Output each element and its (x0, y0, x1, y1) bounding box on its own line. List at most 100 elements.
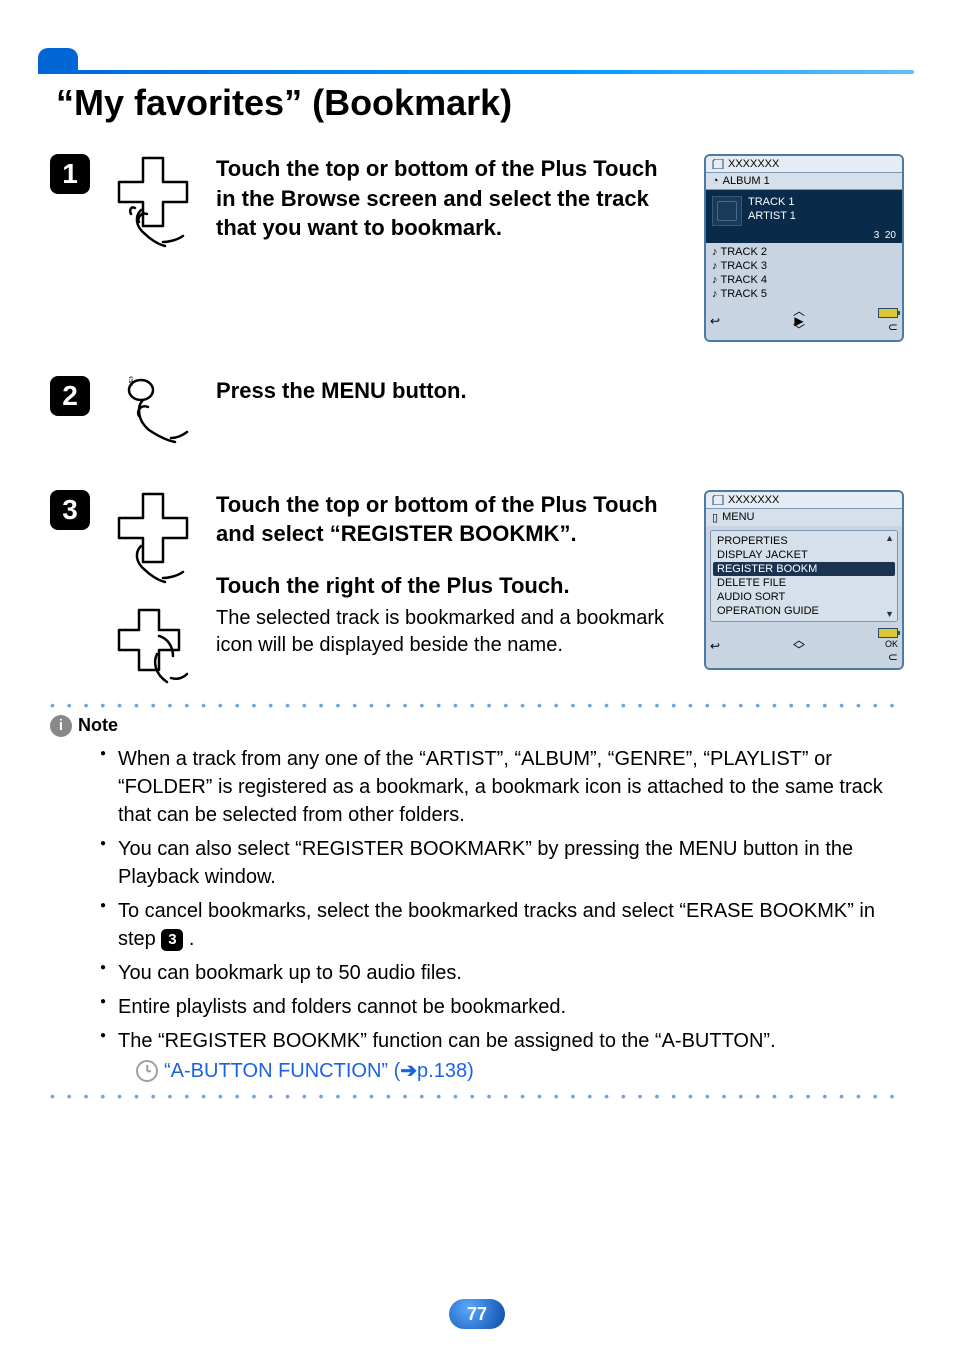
nav-pad-icon: ︿ ﹀ (793, 636, 805, 655)
device-titlebar: XXXXXXX (706, 492, 902, 509)
step-2-headline: Press the MENU button. (216, 376, 676, 406)
note-block: • • • • • • • • • • • • • • • • • • • • … (50, 702, 904, 1100)
step-3-sub-headline: Touch the right of the Plus Touch. (216, 573, 676, 599)
menu-label: MENU (722, 511, 754, 523)
device-shell: XXXXXXX ◔ ALBUM 1 TRACK 1 ARTIST 1 3 20 … (704, 154, 904, 342)
note-item: The “REGISTER BOOKMK” function can be as… (100, 1027, 904, 1085)
ref-text: “A-BUTTON FUNCTION” ( (164, 1060, 400, 1082)
list-item: ♪TRACK 2 (710, 245, 898, 259)
loop-icon: ↩ (710, 639, 720, 653)
step-1-icon (108, 154, 198, 250)
note-text: To cancel bookmarks, select the bookmark… (118, 900, 875, 950)
track-label: TRACK 5 (721, 288, 767, 300)
menu-item-selected: REGISTER BOOKM (713, 562, 895, 576)
sd-icon (712, 159, 724, 169)
step-1-body: Touch the top or bottom of the Plus Touc… (216, 154, 686, 243)
inline-step-badge: 3 (161, 929, 183, 951)
device-footer: ↩ ︿ ﹀ OK ⊂ (706, 626, 902, 668)
note-icon: ♪ (712, 260, 718, 272)
step-3: 3 Touch the top or bottom of the Plus To… (50, 490, 904, 692)
chevron-down-icon: ﹀ (793, 326, 805, 336)
page-number-badge: 77 (449, 1299, 505, 1329)
clock-icon (136, 1060, 158, 1082)
battery-icon (878, 628, 898, 638)
device-subtitle-row: ◔ ALBUM 1 (706, 173, 902, 190)
return-icon: ⊂ (888, 650, 898, 664)
cross-reference-link[interactable]: “A-BUTTON FUNCTION” (➔p.138) (164, 1057, 474, 1085)
note-text: The “REGISTER BOOKMK” function can be as… (118, 1030, 776, 1052)
np-total: 20 (885, 230, 896, 241)
track-label: TRACK 2 (721, 246, 767, 258)
plus-touch-vertical-icon (113, 490, 193, 586)
scroll-down-icon: ▼ (885, 609, 894, 619)
note-icon: ♪ (712, 288, 718, 300)
step-3-icons (108, 490, 198, 692)
np-track: TRACK 1 (748, 196, 796, 210)
track-label: TRACK 4 (721, 274, 767, 286)
step-1-headline: Touch the top or bottom of the Plus Touc… (216, 154, 676, 243)
device-title: XXXXXXX (728, 158, 779, 170)
step-3-sub-desc: The selected track is bookmarked and a b… (216, 605, 676, 659)
page-title: “My favorites” (Bookmark) (50, 60, 904, 124)
note-list: When a track from any one of the “ARTIST… (50, 745, 904, 1085)
step-3-headline: Touch the top or bottom of the Plus Touc… (216, 490, 676, 549)
device-shell: XXXXXXX ▯ MENU ▲ PROPERTIES DISPLAY JACK… (704, 490, 904, 670)
sd-icon (712, 495, 724, 505)
device-subtitle: ALBUM 1 (723, 175, 770, 187)
chevron-down-icon: ﹀ (793, 646, 805, 656)
list-item: ♪TRACK 3 (710, 259, 898, 273)
step-2-icon: MENU (108, 376, 198, 456)
list-item: ♪TRACK 4 (710, 273, 898, 287)
now-playing-panel: TRACK 1 ARTIST 1 (706, 190, 902, 230)
np-counter: 3 20 (706, 230, 902, 243)
screenshot-menu: XXXXXXX ▯ MENU ▲ PROPERTIES DISPLAY JACK… (704, 490, 904, 670)
step-2-body: Press the MENU button. (216, 376, 686, 406)
screenshot-browse: XXXXXXX ◔ ALBUM 1 TRACK 1 ARTIST 1 3 20 … (704, 154, 904, 342)
menu-item: AUDIO SORT (713, 590, 895, 604)
np-artist: ARTIST 1 (748, 210, 796, 224)
plus-touch-vertical-icon (113, 154, 193, 250)
step-3-body: Touch the top or bottom of the Plus Touc… (216, 490, 686, 659)
menu-panel: ▲ PROPERTIES DISPLAY JACKET REGISTER BOO… (710, 530, 898, 622)
note-icon: ♪ (712, 246, 718, 258)
plus-touch-right-icon (113, 606, 193, 692)
menu-item: OPERATION GUIDE (713, 604, 895, 618)
loop-icon: ↩ (710, 314, 720, 328)
note-item: Entire playlists and folders cannot be b… (100, 993, 904, 1021)
menu-item: DELETE FILE (713, 576, 895, 590)
album-art-icon (712, 196, 742, 226)
info-icon: i (50, 715, 72, 737)
note-icon: ♪ (712, 274, 718, 286)
menu-item: PROPERTIES (713, 534, 895, 548)
step-number-badge: 3 (50, 490, 90, 530)
nav-pad-icon: ︿ ▶ ﹀ (793, 307, 805, 336)
note-header: i Note (50, 715, 904, 737)
disc-icon: ◔ (712, 175, 719, 187)
ok-label: OK (885, 639, 898, 649)
now-playing-info: TRACK 1 ARTIST 1 (748, 196, 796, 226)
np-index: 3 (874, 230, 880, 241)
device-title: XXXXXXX (728, 494, 779, 506)
menu-title-row: ▯ MENU (706, 509, 902, 526)
scroll-up-icon: ▲ (885, 533, 894, 543)
note-item: To cancel bookmarks, select the bookmark… (100, 897, 904, 953)
note-item: When a track from any one of the “ARTIST… (100, 745, 904, 829)
page-footer: 77 (0, 1299, 954, 1329)
note-item: You can bookmark up to 50 audio files. (100, 959, 904, 987)
page-title-wrap: “My favorites” (Bookmark) (50, 60, 904, 124)
dot-divider: • • • • • • • • • • • • • • • • • • • • … (50, 702, 904, 709)
track-list: ♪TRACK 2 ♪TRACK 3 ♪TRACK 4 ♪TRACK 5 (706, 243, 902, 305)
track-label: TRACK 3 (721, 260, 767, 272)
dot-divider: • • • • • • • • • • • • • • • • • • • • … (50, 1093, 904, 1100)
arrow-right-icon: ➔ (400, 1060, 417, 1082)
list-item: ♪TRACK 5 (710, 287, 898, 301)
step-2: 2 MENU Press the MENU button. (50, 376, 904, 456)
menu-press-icon: MENU (113, 376, 193, 456)
device-titlebar: XXXXXXX (706, 156, 902, 173)
cross-reference: “A-BUTTON FUNCTION” (➔p.138) (118, 1057, 904, 1085)
svg-text:MENU: MENU (129, 376, 135, 386)
note-label: Note (78, 715, 118, 736)
step-1: 1 Touch the top or bottom of the Plus To… (50, 154, 904, 342)
step-number-badge: 1 (50, 154, 90, 194)
step-number-badge: 2 (50, 376, 90, 416)
